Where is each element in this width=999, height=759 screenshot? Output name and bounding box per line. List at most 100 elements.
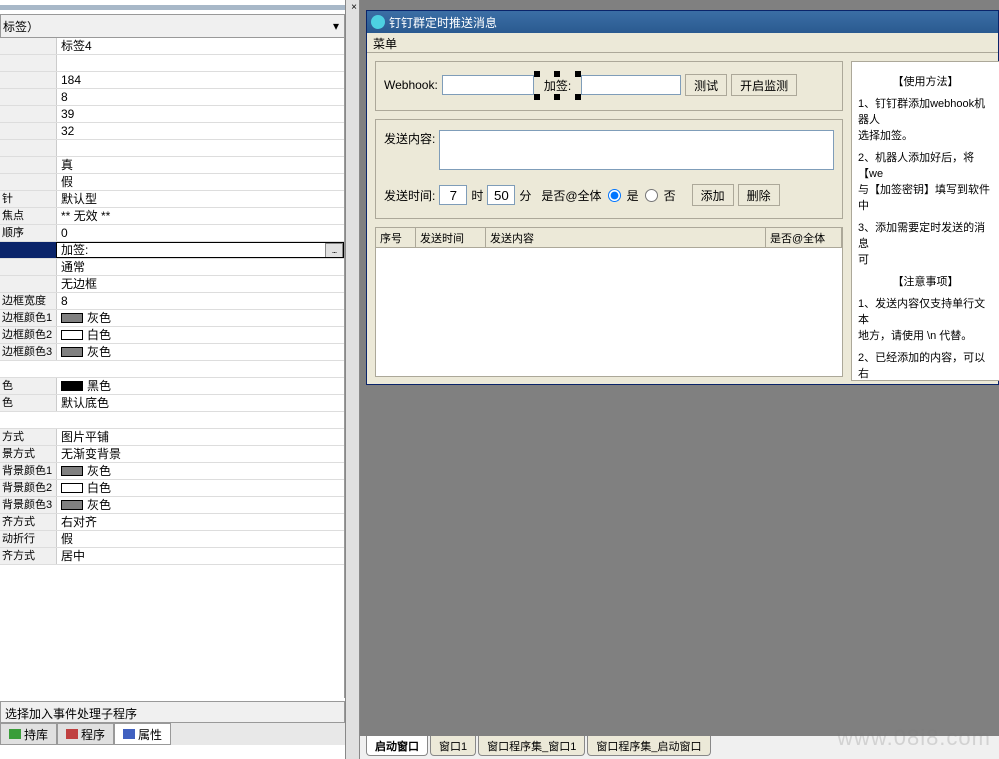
- program-icon: [66, 729, 78, 739]
- tab-library[interactable]: 持库: [0, 723, 57, 745]
- property-name: 背景颜色3: [0, 497, 56, 513]
- property-value[interactable]: 图片平铺: [56, 429, 344, 445]
- panel-header: 标签） ▾: [0, 14, 345, 38]
- property-row[interactable]: 背景颜色3灰色: [0, 497, 344, 514]
- property-name: [0, 123, 56, 139]
- webhook-input[interactable]: [442, 75, 534, 95]
- property-value[interactable]: 32: [56, 123, 344, 139]
- property-row[interactable]: 边框颜色1灰色: [0, 310, 344, 327]
- property-name: [0, 157, 56, 173]
- splitter[interactable]: ×: [345, 0, 360, 759]
- radio-no[interactable]: [645, 189, 658, 202]
- property-row[interactable]: 标签4: [0, 38, 344, 55]
- property-value[interactable]: 标签4: [56, 38, 344, 54]
- property-row[interactable]: 边框颜色2白色: [0, 327, 344, 344]
- property-name: 背景颜色2: [0, 480, 56, 496]
- property-value[interactable]: 黑色: [56, 378, 344, 394]
- property-row[interactable]: 假: [0, 174, 344, 191]
- test-button[interactable]: 测试: [685, 74, 727, 96]
- property-value[interactable]: 假: [56, 174, 344, 190]
- property-value[interactable]: 184: [56, 72, 344, 88]
- property-row[interactable]: 无边框: [0, 276, 344, 293]
- tab-startup-window[interactable]: 启动窗口: [366, 736, 428, 756]
- tab-procset-startup[interactable]: 窗口程序集_启动窗口: [587, 736, 710, 756]
- selection-handle[interactable]: [554, 71, 560, 77]
- property-row[interactable]: 背景颜色2白色: [0, 480, 344, 497]
- close-icon[interactable]: ×: [351, 2, 357, 13]
- property-value[interactable]: 0: [56, 225, 344, 241]
- add-button[interactable]: 添加: [692, 184, 734, 206]
- property-row[interactable]: 针默认型: [0, 191, 344, 208]
- panel-grip[interactable]: [0, 5, 345, 10]
- property-row[interactable]: 背景颜色1灰色: [0, 463, 344, 480]
- selection-handle[interactable]: [554, 94, 560, 100]
- property-row[interactable]: [0, 55, 344, 72]
- content-input[interactable]: [439, 130, 834, 170]
- property-row[interactable]: 边框颜色3灰色: [0, 344, 344, 361]
- minute-input[interactable]: [487, 185, 515, 205]
- property-value[interactable]: 8: [56, 89, 344, 105]
- property-value[interactable]: 通常: [56, 259, 344, 275]
- property-row[interactable]: 边框宽度8: [0, 293, 344, 310]
- property-row[interactable]: 齐方式右对齐: [0, 514, 344, 531]
- hour-input[interactable]: [439, 185, 467, 205]
- tab-program[interactable]: 程序: [57, 723, 114, 745]
- property-value[interactable]: 灰色: [56, 463, 344, 479]
- property-row[interactable]: 焦点** 无效 **: [0, 208, 344, 225]
- property-row[interactable]: 方式图片平铺: [0, 429, 344, 446]
- titlebar[interactable]: 钉钉群定时推送消息: [367, 11, 998, 33]
- property-value[interactable]: [56, 140, 344, 156]
- property-name: 边框颜色1: [0, 310, 56, 326]
- property-row[interactable]: 色默认底色: [0, 395, 344, 412]
- property-value[interactable]: 8: [56, 293, 344, 309]
- delete-button[interactable]: 删除: [738, 184, 780, 206]
- property-row[interactable]: 色黑色: [0, 378, 344, 395]
- property-row[interactable]: 动折行假: [0, 531, 344, 548]
- selection-handle[interactable]: [534, 71, 540, 77]
- property-value[interactable]: 白色: [56, 480, 344, 496]
- property-value[interactable]: 加签:...: [56, 242, 344, 258]
- property-value[interactable]: 无渐变背景: [56, 446, 344, 462]
- property-value[interactable]: 假: [56, 531, 344, 547]
- property-value[interactable]: 无边框: [56, 276, 344, 292]
- tab-procset-window1[interactable]: 窗口程序集_窗口1: [478, 736, 585, 756]
- property-value[interactable]: 白色: [56, 327, 344, 343]
- property-value[interactable]: ** 无效 **: [56, 208, 344, 224]
- start-monitor-button[interactable]: 开启监测: [731, 74, 797, 96]
- radio-yes[interactable]: [608, 189, 621, 202]
- property-row[interactable]: 真: [0, 157, 344, 174]
- tab-window1[interactable]: 窗口1: [430, 736, 476, 756]
- menubar[interactable]: 菜单: [367, 33, 998, 53]
- property-name: [0, 38, 56, 54]
- property-grid[interactable]: 标签418483932真假针默认型焦点** 无效 **顺序0加签:...通常无边…: [0, 38, 345, 698]
- property-value[interactable]: 居中: [56, 548, 344, 564]
- selection-handle[interactable]: [575, 71, 581, 77]
- dropdown-icon[interactable]: ▾: [328, 19, 344, 33]
- property-row[interactable]: 通常: [0, 259, 344, 276]
- property-value[interactable]: [56, 55, 344, 71]
- property-value[interactable]: 真: [56, 157, 344, 173]
- property-row[interactable]: 39: [0, 106, 344, 123]
- schedule-grid[interactable]: 序号 发送时间 发送内容 是否@全体: [375, 227, 843, 377]
- property-name: 边框颜色3: [0, 344, 56, 360]
- property-value[interactable]: 灰色: [56, 310, 344, 326]
- property-row[interactable]: 景方式无渐变背景: [0, 446, 344, 463]
- sign-input[interactable]: [581, 75, 681, 95]
- property-value[interactable]: 默认型: [56, 191, 344, 207]
- property-row[interactable]: [0, 140, 344, 157]
- property-value[interactable]: 灰色: [56, 344, 344, 360]
- property-row[interactable]: 184: [0, 72, 344, 89]
- property-row[interactable]: 顺序0: [0, 225, 344, 242]
- ellipsis-button[interactable]: ...: [325, 243, 343, 258]
- property-row[interactable]: 8: [0, 89, 344, 106]
- selection-handle[interactable]: [575, 94, 581, 100]
- property-value[interactable]: 灰色: [56, 497, 344, 513]
- property-row[interactable]: 32: [0, 123, 344, 140]
- property-value[interactable]: 默认底色: [56, 395, 344, 411]
- property-value[interactable]: 39: [56, 106, 344, 122]
- tab-properties[interactable]: 属性: [114, 723, 171, 745]
- property-row[interactable]: 齐方式居中: [0, 548, 344, 565]
- selection-handle[interactable]: [534, 94, 540, 100]
- property-row[interactable]: 加签:...: [0, 242, 344, 259]
- property-value[interactable]: 右对齐: [56, 514, 344, 530]
